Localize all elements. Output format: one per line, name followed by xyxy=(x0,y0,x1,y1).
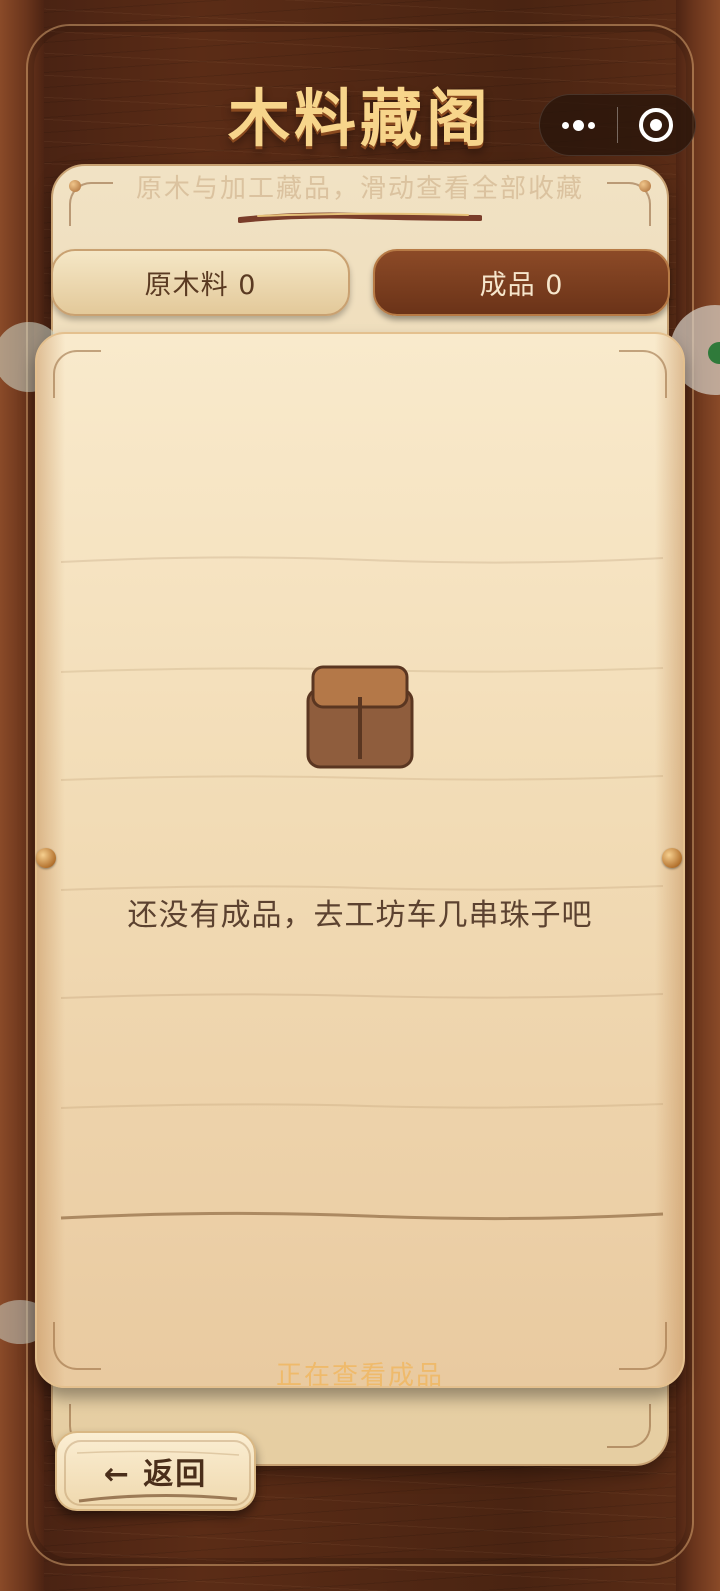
wood-grain-lines xyxy=(60,556,664,1221)
corner-ornament xyxy=(53,350,101,398)
tab-finished-products[interactable]: 成品 0 xyxy=(373,249,670,316)
back-button-label: ← 返回 xyxy=(103,1457,208,1492)
app-screen: 木料藏阁 原木与加工藏品，滑动查看全部收藏 原木料 0 成品 0 还没有成品，去… xyxy=(0,0,720,1591)
page-subtitle: 原木与加工藏品，滑动查看全部收藏 xyxy=(135,174,584,204)
wooden-box-icon xyxy=(306,665,414,769)
collection-card xyxy=(35,332,685,1388)
rivet xyxy=(36,848,56,868)
title-underline xyxy=(238,212,482,223)
corner-ornament xyxy=(607,1404,651,1448)
viewing-status: 正在查看成品 xyxy=(275,1361,444,1391)
corner-ornament xyxy=(619,350,667,398)
empty-state-message: 还没有成品，去工坊车几串珠子吧 xyxy=(127,898,593,933)
tab-raw-materials[interactable]: 原木料 0 xyxy=(51,249,350,316)
miniprogram-capsule xyxy=(539,94,696,156)
back-button[interactable]: ← 返回 xyxy=(55,1431,256,1511)
target-circle-icon[interactable] xyxy=(618,94,695,156)
more-dots-icon[interactable] xyxy=(540,94,617,156)
rivet xyxy=(662,848,682,868)
